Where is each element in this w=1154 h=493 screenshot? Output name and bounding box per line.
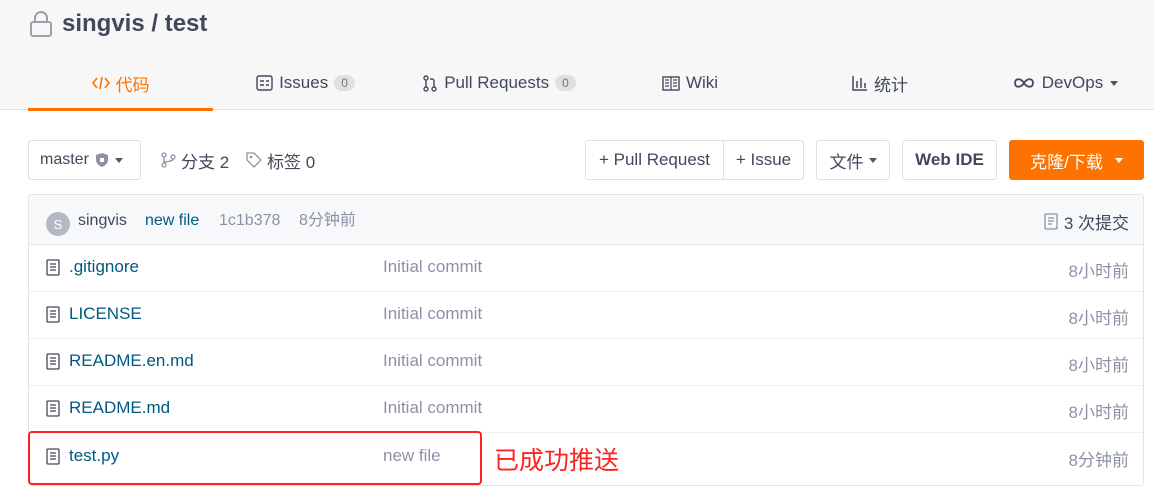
tab-wiki[interactable]: Wiki: [630, 56, 750, 110]
file-commit-message[interactable]: Initial commit: [383, 257, 482, 277]
clone-download-button[interactable]: 克隆/下载: [1009, 140, 1144, 180]
file-menu-button[interactable]: 文件: [816, 140, 890, 180]
repo-name[interactable]: singvis / test: [62, 10, 207, 38]
branches-link[interactable]: 分支 2: [161, 140, 229, 180]
repo-toolbar: master 分支 2 标签 0 + Pull Request + Issue …: [28, 140, 1144, 180]
commit-time: 8分钟前: [299, 212, 356, 229]
file-name[interactable]: .gitignore: [69, 257, 139, 277]
file-row: README.md Initial commit 8小时前: [29, 386, 1143, 433]
commit-author[interactable]: singvis: [78, 210, 127, 232]
tab-code[interactable]: 代码: [28, 56, 213, 111]
file-row: LICENSE Initial commit 8小时前: [29, 292, 1143, 339]
chevron-down-icon: [1110, 80, 1119, 86]
shield-icon: [95, 153, 108, 167]
file-commit-time: 8小时前: [1068, 356, 1129, 375]
tab-label: Wiki: [685, 73, 719, 92]
file-icon: [46, 259, 60, 276]
pull-requests-count-badge: 0: [555, 75, 576, 91]
branches-label: 分支 2: [181, 152, 230, 172]
code-icon: [91, 75, 110, 91]
repo-title: singvis / test: [28, 8, 207, 40]
issues-icon: [256, 75, 273, 91]
annotation-text: 已成功推送: [494, 447, 620, 475]
lock-icon: [30, 11, 52, 37]
tab-label: Issues: [279, 73, 329, 92]
file-commit-time: 8小时前: [1068, 403, 1129, 422]
file-commit-message[interactable]: Initial commit: [383, 304, 482, 324]
repo-header: singvis / test 代码 Issues 0 Pull Requests…: [0, 0, 1154, 111]
tag-icon: [246, 152, 262, 168]
file-commit-time: 8小时前: [1068, 309, 1129, 328]
highlight-box: [28, 431, 482, 485]
branch-select[interactable]: master: [28, 140, 141, 180]
pull-request-icon: [422, 74, 438, 92]
tags-link[interactable]: 标签 0: [246, 140, 315, 180]
file-icon: [46, 306, 60, 323]
tab-stats[interactable]: 统计: [820, 56, 940, 110]
new-pull-request-button[interactable]: + Pull Request: [585, 140, 724, 180]
tab-label: 统计: [874, 75, 908, 95]
file-commit-message[interactable]: Initial commit: [383, 351, 482, 371]
issues-count-badge: 0: [334, 75, 355, 91]
tab-pull-requests[interactable]: Pull Requests 0: [408, 56, 590, 110]
tags-label: 标签 0: [267, 152, 316, 172]
commit-count-label: 3 次提交: [1063, 213, 1129, 233]
tab-label: DevOps: [1041, 73, 1104, 92]
bar-chart-icon: [852, 75, 868, 91]
commit-sha[interactable]: 1c1b378: [219, 210, 280, 232]
clone-download-label: 克隆/下载: [1030, 152, 1103, 172]
file-menu-label: 文件: [829, 152, 864, 172]
tab-label: Pull Requests: [444, 73, 550, 92]
file-row: .gitignore Initial commit 8小时前: [29, 245, 1143, 292]
file-name[interactable]: README.en.md: [69, 351, 194, 371]
tab-devops[interactable]: DevOps: [1000, 56, 1130, 110]
repo-tabs: 代码 Issues 0 Pull Requests 0 Wiki 统计 DevO…: [0, 56, 1154, 111]
new-issue-button[interactable]: + Issue: [723, 140, 804, 180]
chevron-down-icon: [1114, 157, 1123, 163]
commit-message[interactable]: new file: [145, 210, 199, 232]
file-name[interactable]: README.md: [69, 398, 170, 418]
file-commit-time: 8分钟前: [1068, 451, 1129, 470]
commit-count-link[interactable]: 3 次提交: [1044, 210, 1129, 233]
chevron-down-icon: [868, 157, 877, 163]
web-ide-button[interactable]: Web IDE: [902, 140, 997, 180]
avatar[interactable]: S: [46, 212, 70, 236]
file-commit-time: 8小时前: [1068, 262, 1129, 281]
branch-icon: [161, 152, 176, 168]
book-icon: [662, 75, 680, 91]
file-icon: [46, 400, 60, 417]
tab-issues[interactable]: Issues 0: [243, 56, 368, 110]
file-name[interactable]: LICENSE: [69, 304, 142, 324]
file-icon: [46, 353, 60, 370]
branch-name: master: [40, 151, 89, 168]
commits-icon: [1044, 212, 1058, 230]
tab-label: 代码: [115, 75, 150, 95]
file-commit-message[interactable]: Initial commit: [383, 398, 482, 418]
file-row: README.en.md Initial commit 8小时前: [29, 339, 1143, 386]
latest-commit-bar: S singvis new file 1c1b378 8分钟前 3 次提交: [29, 195, 1143, 245]
chevron-down-icon: [114, 157, 123, 163]
infinity-icon: [1012, 76, 1036, 90]
